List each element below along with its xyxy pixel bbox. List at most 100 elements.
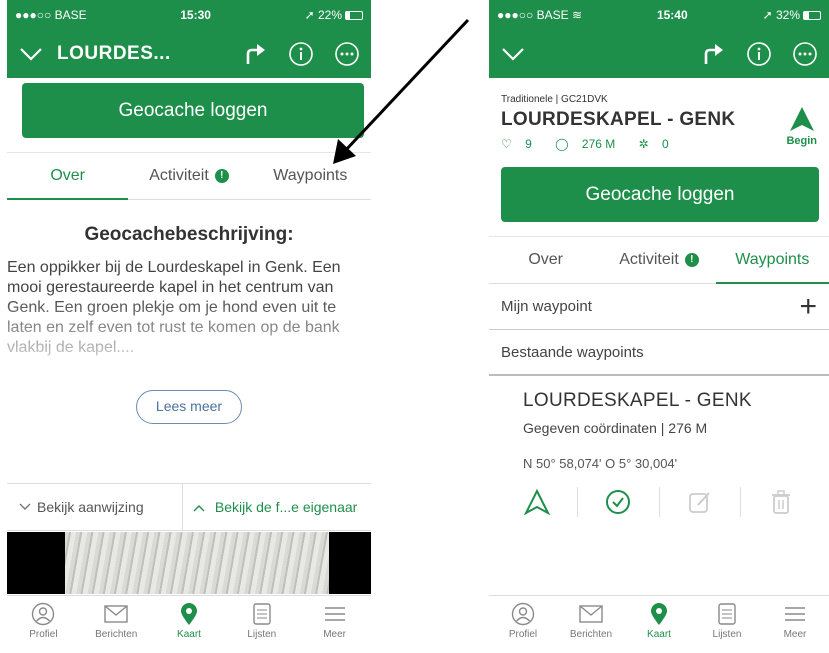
carrier: ●●●○○ BASE (497, 8, 569, 22)
my-waypoint-row[interactable]: Mijn waypoint + (489, 284, 829, 330)
wifi-icon: ≋ (571, 8, 582, 22)
alert-badge-icon: ! (214, 169, 229, 183)
tabbar-label: Kaart (647, 629, 671, 640)
tabbar-item-lijsten[interactable]: Lijsten (693, 596, 761, 653)
tabbar-label: Meer (323, 629, 346, 640)
chevron-down-icon[interactable] (17, 40, 45, 68)
cache-photo[interactable] (7, 532, 371, 594)
tabbar-label: Berichten (95, 629, 138, 640)
battery-icon (345, 11, 363, 21)
tab-waypoints[interactable]: Waypoints (250, 153, 371, 199)
waypoint-actions (489, 487, 829, 517)
tab-waypoints[interactable]: Waypoints (715, 237, 829, 284)
navigation-arrow-icon (789, 107, 814, 131)
battery: ➚ 22% (305, 8, 363, 22)
check-circle-icon (606, 490, 631, 514)
tabbar-item-profiel[interactable]: Profiel (489, 596, 557, 653)
trash-icon (771, 490, 790, 514)
cache-header: Traditionele | GC21DVK LOURDESKAPEL - GE… (489, 78, 829, 162)
add-waypoint-icon[interactable]: + (799, 290, 817, 324)
status-bar: ●●●○○ BASE ≋ 15:40 ➚ 32% (489, 0, 829, 30)
tabbar-label: Profiel (29, 629, 58, 640)
list-icon (225, 602, 298, 626)
map-pin-icon (153, 602, 226, 626)
view-hint-button[interactable]: Bekijk aanwijzing (7, 484, 183, 530)
tab-activiteit[interactable]: Activiteit! (602, 237, 715, 283)
carrier: ●●●○○ BASE (15, 8, 87, 22)
read-more-button[interactable]: Lees meer (136, 390, 242, 424)
tabbar-item-meer[interactable]: Meer (298, 596, 371, 653)
tabbar-label: Lijsten (712, 629, 742, 640)
tabbar-item-profiel[interactable]: Profiel (7, 596, 80, 653)
navigation-arrow-icon (524, 489, 551, 515)
menu-icon (761, 602, 829, 626)
left-screen: ●●●○○ BASE 15:30 ➚ 22% LOURDES... Geocac… (7, 0, 371, 653)
tabbar-item-lijsten[interactable]: Lijsten (225, 596, 298, 653)
edit-waypoint-button[interactable] (660, 489, 740, 515)
tab-bar-top: Over Activiteit! Waypoints (7, 152, 371, 200)
tabbar-label: Meer (783, 629, 807, 640)
tabbar-item-kaart[interactable]: Kaart (625, 596, 693, 653)
tabbar-item-berichten[interactable]: Berichten (557, 596, 625, 653)
battery: ➚ 32% (763, 8, 821, 22)
navigate-waypoint-button[interactable] (497, 489, 577, 515)
clock: 15:30 (180, 8, 211, 22)
bottom-tab-bar: Profiel Berichten Kaart Lijsten Meer (489, 595, 829, 653)
tabbar-item-kaart[interactable]: Kaart (153, 596, 226, 653)
map-pin-icon (625, 602, 693, 626)
trackable-bug-icon: ✲ (638, 137, 649, 151)
page-title: LOURDES... (57, 43, 171, 64)
mark-complete-button[interactable] (578, 489, 658, 515)
delete-waypoint-button[interactable] (741, 489, 821, 515)
profile-icon (7, 602, 80, 626)
profile-icon (489, 602, 557, 626)
tabbar-label: Kaart (177, 629, 201, 640)
bottom-tab-bar: Profiel Berichten Kaart Lijsten Meer (7, 595, 371, 653)
waypoint-subtitle: Gegeven coördinaten | 276 M (523, 420, 708, 436)
log-geocache-button[interactable]: Geocache loggen (22, 83, 364, 138)
description-text: Een oppikker bij de Lourdeskapel in Genk… (7, 246, 371, 378)
waypoint-name: LOURDESKAPEL - GENK (523, 390, 752, 411)
cache-type: Traditionele | GC21DVK (501, 94, 608, 105)
heart-icon: ♡ (501, 137, 512, 151)
cache-stats: ♡ 9 ◯ 276 M ✲ 0 (501, 137, 669, 151)
tab-bar-top: Over Activiteit! Waypoints (489, 236, 829, 284)
view-owner-button[interactable]: Bekijk de f...e eigenaar (183, 499, 357, 515)
tab-over[interactable]: Over (7, 153, 129, 200)
description-title: Geocachebeschrijving: (84, 224, 294, 245)
waypoint-coordinates: N 50° 58,074' O 5° 30,004' (523, 456, 678, 471)
nav-bar (489, 30, 829, 78)
chevron-down-icon (19, 503, 31, 510)
cache-name: LOURDESKAPEL - GENK (501, 109, 736, 130)
tab-activiteit[interactable]: Activiteit! (128, 153, 249, 199)
mail-icon (557, 602, 625, 626)
existing-waypoints-header: Bestaande waypoints (489, 330, 829, 376)
clock: 15:40 (656, 8, 688, 22)
description-section: Geocachebeschrijving: Een oppikker bij d… (7, 224, 371, 424)
info-icon[interactable] (745, 40, 773, 68)
navigate-icon[interactable] (699, 40, 727, 68)
mail-icon (80, 602, 153, 626)
tabbar-item-meer[interactable]: Meer (761, 596, 829, 653)
tab-over[interactable]: Over (489, 237, 602, 283)
hint-row: Bekijk aanwijzing Bekijk de f...e eigena… (7, 483, 371, 531)
status-bar: ●●●○○ BASE 15:30 ➚ 22% (7, 0, 371, 30)
chevron-down-icon[interactable] (499, 40, 527, 68)
alert-badge-icon: ! (684, 253, 699, 267)
location-icon: ◯ (555, 137, 569, 151)
chevron-up-icon (193, 505, 205, 512)
log-geocache-button[interactable]: Geocache loggen (501, 167, 819, 222)
more-options-icon[interactable] (333, 40, 361, 68)
menu-icon (298, 602, 371, 626)
info-icon[interactable] (287, 40, 315, 68)
list-icon (693, 602, 761, 626)
begin-navigation-button[interactable]: Begin (786, 106, 817, 147)
tabbar-label: Profiel (508, 629, 538, 640)
edit-icon (688, 492, 710, 513)
more-options-icon[interactable] (791, 40, 819, 68)
nav-bar: LOURDES... (7, 30, 371, 78)
right-screen: ●●●○○ BASE ≋ 15:40 ➚ 32% Traditionele | … (489, 0, 829, 653)
navigate-icon[interactable] (241, 40, 269, 68)
tabbar-label: Berichten (569, 629, 613, 640)
tabbar-item-berichten[interactable]: Berichten (80, 596, 153, 653)
